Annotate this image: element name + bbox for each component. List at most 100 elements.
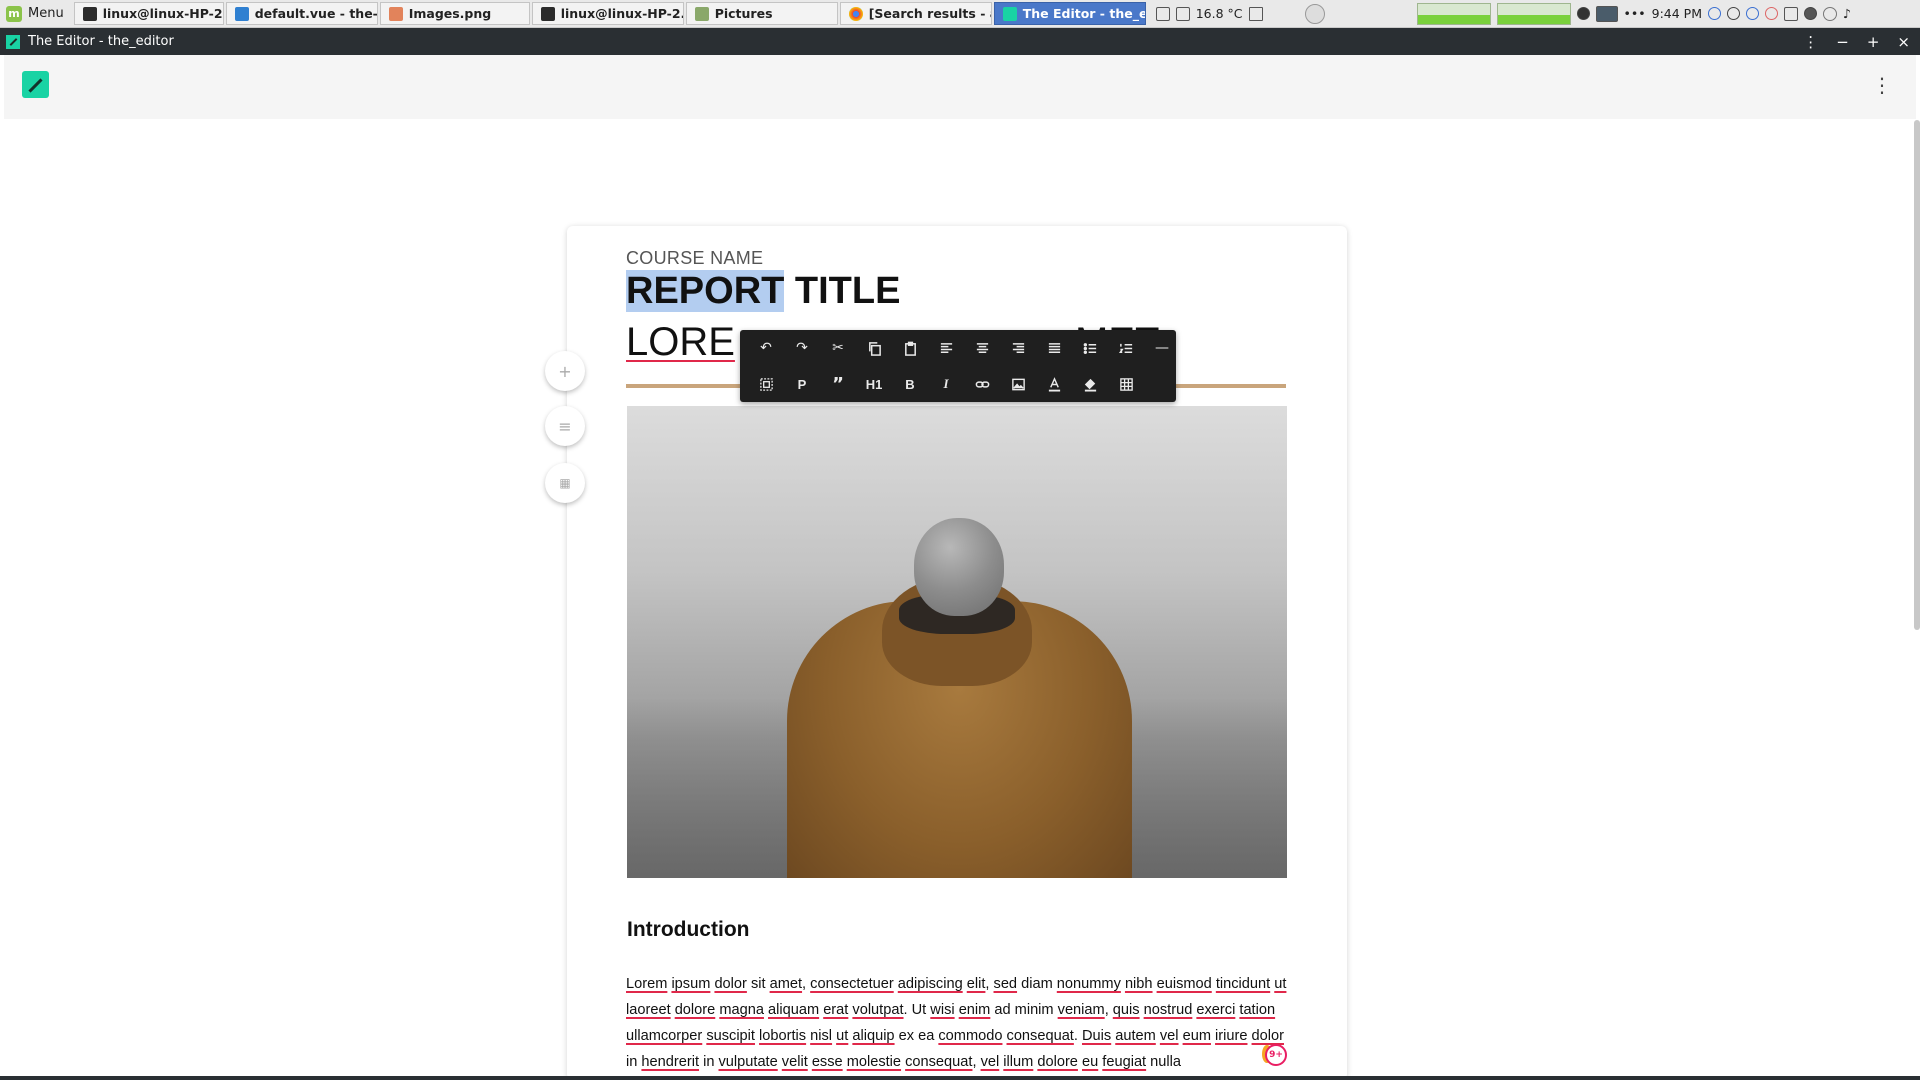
user-icon[interactable] bbox=[1804, 7, 1817, 20]
weather-icon[interactable] bbox=[1304, 3, 1325, 24]
misspelled-word: elit bbox=[966, 976, 986, 992]
app-window-icon bbox=[6, 34, 20, 49]
vpn-icon[interactable] bbox=[1727, 7, 1740, 20]
cut-icon[interactable]: ✂ bbox=[820, 333, 856, 363]
misspelled-word: iriure bbox=[1215, 1028, 1248, 1044]
italic-button[interactable]: I bbox=[928, 369, 964, 399]
task-image-viewer[interactable]: Images.png bbox=[379, 2, 530, 25]
window-controls: ⋮ − + × bbox=[1803, 33, 1920, 51]
screen-icon[interactable] bbox=[1595, 5, 1618, 22]
report-title[interactable]: REPORT TITLE bbox=[626, 270, 900, 313]
highlight-color-icon[interactable] bbox=[1072, 369, 1108, 399]
paste-icon[interactable] bbox=[892, 333, 928, 363]
workspace-icon[interactable] bbox=[1155, 6, 1170, 21]
paragraph-text: , bbox=[972, 1054, 981, 1070]
paragraph-text: , bbox=[985, 976, 994, 992]
table-icon[interactable] bbox=[1108, 369, 1144, 399]
more-options-icon[interactable]: ⋮ bbox=[1872, 75, 1892, 95]
blockquote-icon[interactable]: ” bbox=[820, 369, 856, 399]
network-icon[interactable] bbox=[1708, 7, 1721, 20]
misspelled-word: erat bbox=[823, 1002, 849, 1018]
align-right-icon[interactable] bbox=[1000, 333, 1036, 363]
subtitle-left: LORE bbox=[626, 320, 735, 364]
selected-text: REPORT bbox=[626, 270, 785, 312]
close-icon[interactable]: × bbox=[1897, 33, 1910, 51]
undo-icon[interactable]: ↶ bbox=[748, 333, 784, 363]
display-icon[interactable] bbox=[1175, 6, 1190, 21]
clock[interactable]: 9:44 PM bbox=[1652, 6, 1702, 21]
misspelled-word: ipsum bbox=[671, 976, 711, 992]
intro-paragraph[interactable]: Lorem ipsum dolor sit amet, consectetuer… bbox=[626, 971, 1291, 1075]
clipboard-icon[interactable] bbox=[1784, 6, 1798, 21]
app-header: ⋮ bbox=[4, 55, 1916, 119]
misspelled-word: volutpat bbox=[852, 1002, 904, 1018]
window-menu-icon[interactable]: ⋮ bbox=[1803, 33, 1818, 51]
misspelled-word: vel bbox=[980, 1054, 1000, 1070]
notification-badge[interactable]: 9+ bbox=[1265, 1044, 1287, 1066]
paragraph-text: in bbox=[699, 1054, 719, 1070]
start-menu-button[interactable]: m Menu bbox=[0, 0, 74, 27]
misspelled-word: ut bbox=[836, 1028, 849, 1044]
grid-button[interactable]: ▦ bbox=[545, 463, 585, 503]
misspelled-word: Duis bbox=[1081, 1028, 1112, 1044]
link-icon[interactable] bbox=[964, 369, 1000, 399]
app-logo-icon[interactable] bbox=[22, 71, 49, 98]
image-icon[interactable] bbox=[1000, 369, 1036, 399]
bluetooth-icon[interactable] bbox=[1746, 7, 1759, 20]
section-heading[interactable]: Introduction bbox=[627, 918, 749, 942]
task-vscode[interactable]: default.vue - the-... bbox=[225, 2, 378, 25]
menu-button[interactable]: ≡ bbox=[545, 406, 585, 446]
course-name[interactable]: COURSE NAME bbox=[626, 248, 763, 269]
page-scrollbar[interactable] bbox=[1914, 120, 1920, 630]
image-person-beanie bbox=[914, 518, 1004, 616]
trash-icon[interactable] bbox=[1248, 6, 1263, 21]
paragraph-text: nulla bbox=[1146, 1054, 1182, 1070]
notification-icon[interactable] bbox=[1765, 7, 1778, 20]
title-rest: TITLE bbox=[784, 270, 901, 312]
misspelled-word: euismod bbox=[1156, 976, 1212, 992]
task-label: [Search results - a... bbox=[868, 6, 991, 21]
heading-button[interactable]: H1 bbox=[856, 369, 892, 399]
select-block-icon[interactable] bbox=[748, 369, 784, 399]
hero-image[interactable] bbox=[627, 406, 1287, 878]
misspelled-word: molestie bbox=[846, 1054, 902, 1070]
minimize-icon[interactable]: − bbox=[1836, 33, 1849, 51]
copy-icon[interactable] bbox=[856, 333, 892, 363]
bold-button[interactable]: B bbox=[892, 369, 928, 399]
text-color-icon[interactable] bbox=[1036, 369, 1072, 399]
task-terminal-2[interactable]: linux@linux-HP-2... bbox=[531, 2, 684, 25]
task-label: linux@linux-HP-2... bbox=[102, 6, 224, 21]
task-the-editor[interactable]: The Editor - the_e... bbox=[993, 2, 1146, 25]
update-icon[interactable] bbox=[1576, 7, 1590, 20]
chrome-icon bbox=[848, 6, 863, 21]
align-left-icon[interactable] bbox=[928, 333, 964, 363]
misspelled-word: laoreet bbox=[626, 1002, 671, 1018]
horizontal-rule-icon[interactable]: — bbox=[1144, 333, 1180, 363]
align-center-icon[interactable] bbox=[964, 333, 1000, 363]
more-dots-icon[interactable]: ••• bbox=[1624, 6, 1646, 21]
paragraph-text: ex ea bbox=[894, 1028, 939, 1044]
bullet-list-icon[interactable] bbox=[1072, 333, 1108, 363]
misspelled-word: aliquam bbox=[768, 1002, 820, 1018]
window-title: The Editor - the_editor bbox=[28, 34, 174, 49]
numbered-list-icon[interactable] bbox=[1108, 333, 1144, 363]
task-terminal-1[interactable]: linux@linux-HP-2... bbox=[73, 2, 224, 25]
color-picker-icon[interactable] bbox=[1823, 6, 1837, 21]
misspelled-word: dolore bbox=[1037, 1054, 1078, 1070]
misspelled-word: dolor bbox=[714, 976, 747, 992]
add-block-button[interactable]: + bbox=[545, 351, 585, 391]
task-pictures-folder[interactable]: Pictures bbox=[685, 2, 838, 25]
redo-icon[interactable]: ↷ bbox=[784, 333, 820, 363]
volume-icon[interactable]: ♪ bbox=[1843, 6, 1851, 21]
misspelled-word: vulputate bbox=[718, 1054, 778, 1070]
image-viewer-icon bbox=[388, 6, 403, 21]
window-titlebar: The Editor - the_editor ⋮ − + × bbox=[0, 28, 1920, 55]
add-block-icon: + bbox=[558, 361, 572, 381]
misspelled-word: consequat bbox=[1006, 1028, 1074, 1044]
align-justify-icon[interactable] bbox=[1036, 333, 1072, 363]
paragraph-button[interactable]: P bbox=[784, 369, 820, 399]
misspelled-word: consequat bbox=[905, 1054, 973, 1070]
misspelled-word: lobortis bbox=[759, 1028, 807, 1044]
task-chrome[interactable]: [Search results - a... bbox=[839, 2, 992, 25]
maximize-icon[interactable]: + bbox=[1867, 33, 1880, 51]
